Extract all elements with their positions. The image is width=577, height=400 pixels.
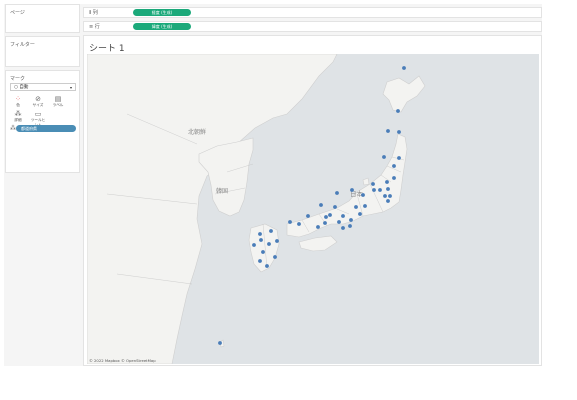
prefecture-dot[interactable] [319,203,323,207]
size-button[interactable]: ⊘ サイズ [30,95,46,109]
map-svg: 北朝鮮 韓国 日本 [87,54,426,364]
prefecture-dot[interactable] [328,213,332,217]
columns-shelf-label: ⦀ 列 [89,10,98,16]
label-button-label: ラベル [52,103,64,107]
longitude-pill[interactable]: 経度 (生成) [133,9,191,16]
size-button-label: サイズ [32,103,44,107]
worksheet: シート 1 北朝鮮 韓国 日本 © 2022 Mapbox © OpenStre… [83,35,542,366]
prefecture-dot[interactable] [386,129,390,133]
rows-shelf-label: ≡ 行 [89,24,100,30]
mainland-asia [87,54,338,364]
prefecture-dot[interactable] [252,243,256,247]
tooltip-icon: ▭ [34,110,42,118]
prefecture-dot[interactable] [388,194,392,198]
detail-icon: ⁂ [14,110,22,118]
left-panel: ページ フィルター マーク ○ 自動 ▾ ⁘ 色 ⊘ サイズ ▤ ラベル ⁂ 詳… [4,4,80,366]
pages-label: ページ [10,10,25,16]
marks-label: マーク [10,76,26,82]
sheet-title: シート 1 [89,44,125,54]
prefecture-dot[interactable] [275,239,279,243]
prefecture-dot[interactable] [306,214,310,218]
detail-button-label: 詳細 [14,118,22,122]
prefecture-dot[interactable] [372,188,376,192]
latitude-pill[interactable]: 緯度 (生成) [133,23,191,30]
prefecture-dot[interactable] [402,66,406,70]
prefecture-dot[interactable] [378,188,382,192]
prefecture-dot[interactable] [396,109,400,113]
marks-card: マーク ○ 自動 ▾ ⁘ 色 ⊘ サイズ ▤ ラベル ⁂ 詳細 ▭ ツールヒ ⁂… [5,70,80,173]
prefecture-dot[interactable] [258,232,262,236]
mark-type-value: 自動 [19,85,29,90]
hokkaido [382,75,426,113]
prefecture-dot[interactable] [341,214,345,218]
prefecture-dot[interactable] [358,212,362,216]
prefecture-dot[interactable] [383,194,387,198]
prefecture-dot[interactable] [386,199,390,203]
color-button-label: 色 [16,103,20,107]
prefecture-dot[interactable] [382,155,386,159]
prefecture-dot[interactable] [288,220,292,224]
pages-card[interactable]: ページ [5,4,80,33]
map-label-north-korea: 北朝鮮 [188,128,206,136]
prefecture-dot[interactable] [363,204,367,208]
label-icon: ▤ [54,95,62,103]
shikoku [298,235,338,252]
prefecture-dot[interactable] [361,193,365,197]
prefecture-dot[interactable] [324,215,328,219]
prefecture-dot[interactable] [333,205,337,209]
prefecture-dot[interactable] [397,130,401,134]
label-button[interactable]: ▤ ラベル [50,95,66,109]
prefecture-dot[interactable] [354,205,358,209]
mark-type-dropdown[interactable]: ○ 自動 ▾ [10,83,76,91]
prefecture-dot[interactable] [349,218,353,222]
prefecture-dot[interactable] [273,255,277,259]
prefecture-dot[interactable] [269,229,273,233]
tooltip-button[interactable]: ▭ ツールヒント [30,110,46,127]
filters-label: フィルター [10,42,35,48]
rows-shelf[interactable]: ≡ 行 緯度 (生成) [83,21,542,32]
prefecture-dot[interactable] [265,264,269,268]
chevron-down-icon: ▾ [69,85,72,90]
prefecture-dot[interactable] [371,182,375,186]
honshu [286,133,408,238]
prefecture-dot[interactable] [341,226,345,230]
prefecture-pill[interactable]: 都道府県 [16,125,76,132]
workspace: ページ フィルター マーク ○ 自動 ▾ ⁘ 色 ⊘ サイズ ▤ ラベル ⁂ 詳… [4,4,542,366]
prefecture-dot[interactable] [392,164,396,168]
prefecture-dot[interactable] [350,188,354,192]
prefecture-dot[interactable] [258,259,262,263]
prefecture-dot[interactable] [397,156,401,160]
detail-button[interactable]: ⁂ 詳細 [10,110,26,124]
kyushu [248,223,280,273]
size-icon: ⊘ [35,95,41,103]
map-view[interactable]: 北朝鮮 韓国 日本 © 2022 Mapbox © OpenStreetMap [87,54,539,364]
prefecture-dot[interactable] [337,220,341,224]
prefecture-dot[interactable] [335,191,339,195]
prefecture-dot[interactable] [218,341,222,345]
prefecture-dot[interactable] [386,187,390,191]
map-attribution: © 2022 Mapbox © OpenStreetMap [89,358,156,363]
prefecture-dot[interactable] [392,176,396,180]
prefecture-dot[interactable] [348,224,352,228]
prefecture-dot[interactable] [316,225,320,229]
prefecture-dot[interactable] [267,242,271,246]
sado-island [362,177,370,186]
filters-card[interactable]: フィルター [5,36,80,67]
prefecture-dot[interactable] [259,238,263,242]
color-button[interactable]: ⁘ 色 [10,95,26,109]
prefecture-dot[interactable] [261,250,265,254]
prefecture-dot[interactable] [323,221,327,225]
land [87,54,426,364]
color-icon: ⁘ [15,95,21,103]
prefecture-dot[interactable] [297,222,301,226]
prefecture-dot[interactable] [385,180,389,184]
columns-shelf[interactable]: ⦀ 列 経度 (生成) [83,7,542,18]
map-label-south-korea: 韓国 [216,187,228,195]
